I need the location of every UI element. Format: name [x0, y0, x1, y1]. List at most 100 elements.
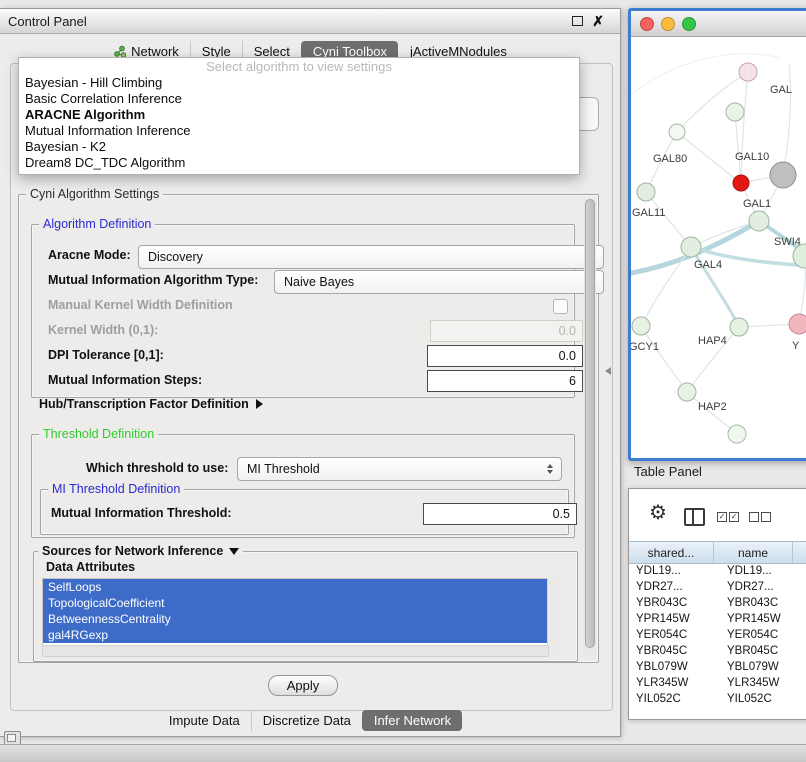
unchecked-box-icon	[761, 512, 771, 522]
mi-algorithm-type-label: Mutual Information Algorithm Type:	[48, 273, 258, 287]
bottom-tab-discretize-data[interactable]: Discretize Data	[251, 710, 362, 731]
network-node-label: GAL1	[743, 198, 771, 210]
network-node-gcy1[interactable]	[632, 317, 650, 335]
table-row[interactable]: YER054CYER054C8.	[629, 627, 806, 643]
aracne-mode-select[interactable]: Discovery	[138, 245, 604, 269]
data-attribute-topologicalcoefficient[interactable]: TopologicalCoefficient	[43, 595, 548, 611]
dpi-tolerance-field[interactable]: 0.0	[427, 345, 583, 367]
network-node-gal80[interactable]	[669, 124, 685, 140]
apply-button[interactable]: Apply	[268, 675, 338, 696]
zoom-traffic-light-icon[interactable]	[682, 17, 696, 31]
network-node-gal10[interactable]	[733, 175, 749, 191]
network-edge[interactable]	[741, 72, 748, 183]
network-node-hap4[interactable]	[730, 318, 748, 336]
control-panel-titlebar[interactable]: Control Panel ✗	[0, 9, 620, 34]
kernel-width-field: 0.0	[430, 320, 583, 342]
table-row[interactable]: YIL052CYIL052C	[629, 691, 806, 707]
network-node[interactable]	[770, 162, 796, 188]
table-row[interactable]: YDR27...YDR27...12	[629, 579, 806, 595]
algorithm-option-bayesian-k2[interactable]: Bayesian - K2	[19, 139, 579, 155]
table-row[interactable]: YBR043CYBR043C	[629, 595, 806, 611]
network-canvas[interactable]: GALGAL80GAL10GAL11GAL1SWI4GAL4GCY1HAP4YH…	[631, 36, 806, 455]
settings-scrollbar-thumb[interactable]	[585, 199, 595, 648]
algorithm-option-bayesian-hill-climbing[interactable]: Bayesian - Hill Climbing	[19, 75, 579, 91]
unchecked-box-icon	[749, 512, 759, 522]
table-cell: YIL052C	[720, 693, 805, 705]
network-edge[interactable]	[646, 192, 691, 247]
network-edge[interactable]	[783, 64, 791, 175]
network-node-label: Y	[792, 340, 800, 352]
table-cell: YIL052C	[629, 693, 720, 705]
float-window-icon[interactable]	[572, 16, 583, 26]
table-cell: YBR043C	[720, 597, 805, 609]
close-traffic-light-icon[interactable]	[640, 17, 654, 31]
table-row[interactable]: YPR145WYPR145W9.	[629, 611, 806, 627]
table-cell: YER054C	[629, 629, 720, 641]
table-row[interactable]: YDL19...YDL19...13	[629, 563, 806, 579]
network-node[interactable]	[726, 103, 744, 121]
mi-threshold-field[interactable]: 0.5	[423, 503, 577, 525]
checked-box-icon: ✓	[717, 512, 727, 522]
attributes-vertical-scrollbar[interactable]	[547, 578, 559, 655]
network-edge[interactable]	[687, 392, 737, 434]
network-node-label: GAL11	[632, 207, 665, 219]
mi-algorithm-type-value: Naive Bayes	[284, 275, 354, 289]
algorithm-option-basic-correlation-inference[interactable]: Basic Correlation Inference	[19, 91, 579, 107]
bottom-tab-impute-data[interactable]: Impute Data	[158, 710, 251, 731]
select-none-unchecked-icon[interactable]	[749, 512, 771, 522]
table-cell: YDR27...	[629, 581, 720, 593]
algorithm-placeholder: Select algorithm to view settings	[19, 58, 579, 75]
column-header-partial[interactable]	[793, 542, 806, 563]
network-window-titlebar[interactable]	[631, 11, 806, 37]
cyni-algorithm-settings-group: Cyni Algorithm Settings Algorithm Defini…	[18, 194, 599, 663]
attributes-horizontal-scrollbar[interactable]	[42, 645, 549, 657]
sources-disclosure[interactable]: Sources for Network Inference	[38, 544, 243, 558]
network-edge[interactable]	[677, 72, 748, 132]
table-cell: YBR043C	[629, 597, 720, 609]
network-node-gal4[interactable]	[681, 237, 701, 257]
network-edge[interactable]	[641, 247, 691, 326]
column-header-name[interactable]: name	[714, 542, 793, 563]
network-edge[interactable]	[641, 326, 687, 392]
minimize-traffic-light-icon[interactable]	[661, 17, 675, 31]
network-view-window[interactable]: GALGAL80GAL10GAL11GAL1SWI4GAL4GCY1HAP4YH…	[628, 8, 806, 461]
settings-gear-icon[interactable]: ⚙	[649, 503, 667, 523]
bottom-tab-infer-network[interactable]: Infer Network	[362, 710, 462, 731]
data-attribute-betweennesscentrality[interactable]: BetweennessCentrality	[43, 611, 548, 627]
bottom-tab-infer-network-label: Infer Network	[374, 713, 451, 728]
threshold-definition-group: Threshold Definition Which threshold to …	[31, 434, 575, 538]
combo-arrows-icon	[543, 460, 557, 478]
mi-steps-field[interactable]: 6	[427, 370, 583, 392]
column-header-shared-name[interactable]: shared...	[629, 542, 714, 563]
network-node-label: HAP4	[698, 335, 727, 347]
algorithm-option-dream8-dc-tdc-algorithm[interactable]: Dream8 DC_TDC Algorithm	[19, 155, 579, 171]
table-row[interactable]: YBR045CYBR045C9.	[629, 643, 806, 659]
close-icon[interactable]: ✗	[592, 14, 604, 28]
select-all-checked-icon[interactable]: ✓ ✓	[717, 512, 739, 522]
mi-algorithm-type-select[interactable]: Naive Bayes	[274, 270, 604, 294]
algorithm-option-aracne-algorithm[interactable]: ARACNE Algorithm	[19, 107, 579, 123]
column-layout-icon[interactable]	[684, 508, 705, 526]
network-node-label: SWI4	[774, 236, 801, 248]
table-row[interactable]: YLR345WYLR345W9.	[629, 675, 806, 691]
network-node-gal1[interactable]	[749, 211, 769, 231]
settings-scrollbar[interactable]	[584, 198, 596, 659]
algorithm-option-mutual-information-inference[interactable]: Mutual Information Inference	[19, 123, 579, 139]
network-node-hap2[interactable]	[678, 383, 696, 401]
data-attributes-label: Data Attributes	[46, 560, 135, 574]
hub-tf-disclosure[interactable]: Hub/Transcription Factor Definition	[39, 397, 263, 411]
data-attribute-selfloops[interactable]: SelfLoops	[43, 579, 548, 595]
dpi-tolerance-value: 0.0	[559, 349, 576, 363]
network-node[interactable]	[728, 425, 746, 443]
network-node-y[interactable]	[789, 314, 806, 334]
data-attribute-gal4rgexp[interactable]: gal4RGexp	[43, 627, 548, 643]
data-attributes-list[interactable]: SelfLoopsTopologicalCoefficientBetweenne…	[42, 578, 549, 646]
which-threshold-select[interactable]: MI Threshold	[237, 457, 562, 481]
network-edge[interactable]	[631, 54, 781, 100]
splitter-collapse-icon[interactable]	[605, 367, 611, 375]
network-node-gal11[interactable]	[637, 183, 655, 201]
network-node-gal[interactable]	[739, 63, 757, 81]
algorithm-dropdown-popup: Select algorithm to view settings Bayesi…	[18, 57, 580, 175]
table-row[interactable]: YBL079WYBL079W	[629, 659, 806, 675]
network-edge[interactable]	[735, 112, 741, 183]
